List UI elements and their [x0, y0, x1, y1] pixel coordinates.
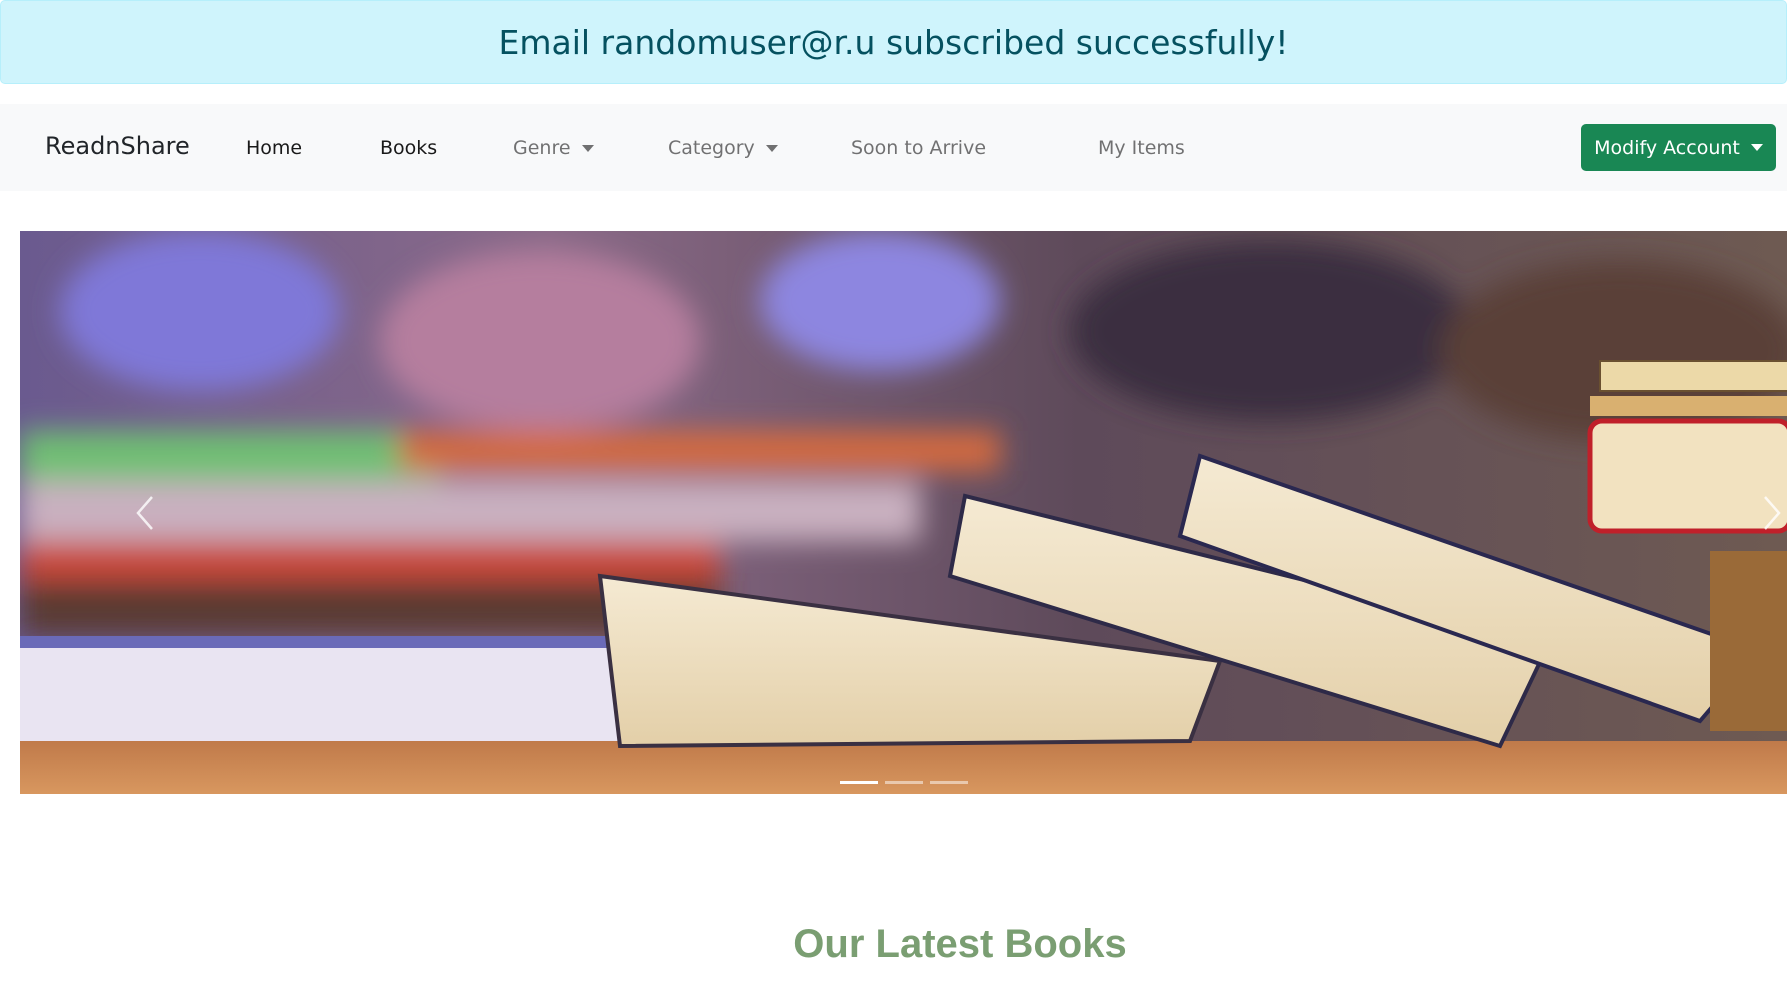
modify-account-button[interactable]: Modify Account	[1581, 124, 1776, 171]
nav-my-items-label: My Items	[1098, 137, 1185, 159]
alert-message: Email randomuser@r.u subscribed successf…	[498, 22, 1289, 62]
nav-books[interactable]: Books	[380, 137, 437, 159]
nav-genre-label: Genre	[513, 137, 571, 159]
caret-down-icon	[765, 144, 778, 152]
section-title: Our Latest Books	[793, 922, 1127, 966]
nav-category-label: Category	[668, 137, 755, 159]
chevron-right-icon	[1764, 495, 1781, 530]
carousel-indicator-1[interactable]	[839, 781, 878, 784]
carousel-indicators	[20, 781, 1787, 784]
caret-down-icon	[581, 144, 594, 152]
carousel-indicator-3[interactable]	[929, 781, 968, 784]
nav-soon-to-arrive[interactable]: Soon to Arrive	[851, 137, 986, 159]
subscription-alert: Email randomuser@r.u subscribed successf…	[0, 0, 1787, 84]
brand-logo[interactable]: ReadnShare	[45, 132, 190, 160]
hero-books-image	[20, 231, 1787, 794]
chevron-left-icon	[136, 495, 153, 530]
nav-books-label: Books	[380, 137, 438, 159]
nav-home-label: Home	[246, 137, 303, 159]
hero-carousel	[20, 231, 1787, 794]
navbar: ReadnShare Home Books Genre Category Soo…	[0, 104, 1787, 191]
nav-my-items[interactable]: My Items	[1098, 137, 1185, 159]
carousel-prev-button[interactable]	[85, 231, 205, 794]
carousel-indicator-2[interactable]	[884, 781, 923, 784]
caret-down-icon	[1750, 144, 1763, 151]
nav-genre-dropdown[interactable]: Genre	[513, 137, 594, 159]
nav-soon-label: Soon to Arrive	[851, 137, 987, 159]
nav-home[interactable]: Home	[246, 137, 302, 159]
modify-account-label: Modify Account	[1594, 136, 1740, 159]
carousel-next-button[interactable]	[1712, 231, 1787, 794]
nav-category-dropdown[interactable]: Category	[668, 137, 778, 159]
